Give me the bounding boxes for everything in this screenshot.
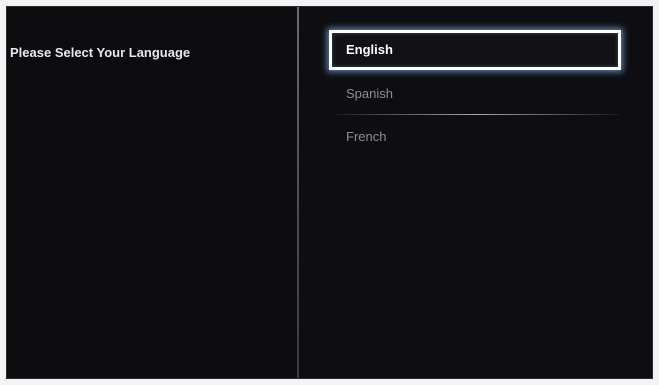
language-option-spanish[interactable]: Spanish [329,74,621,114]
language-list-panel: English Spanish French [299,7,652,378]
tv-screen: Please Select Your Language English Span… [6,6,653,379]
list-separator [335,114,619,115]
language-prompt: Please Select Your Language [10,45,191,60]
left-panel: Please Select Your Language [7,7,297,378]
language-option-english[interactable]: English [329,30,621,70]
language-option-french[interactable]: French [329,117,621,157]
